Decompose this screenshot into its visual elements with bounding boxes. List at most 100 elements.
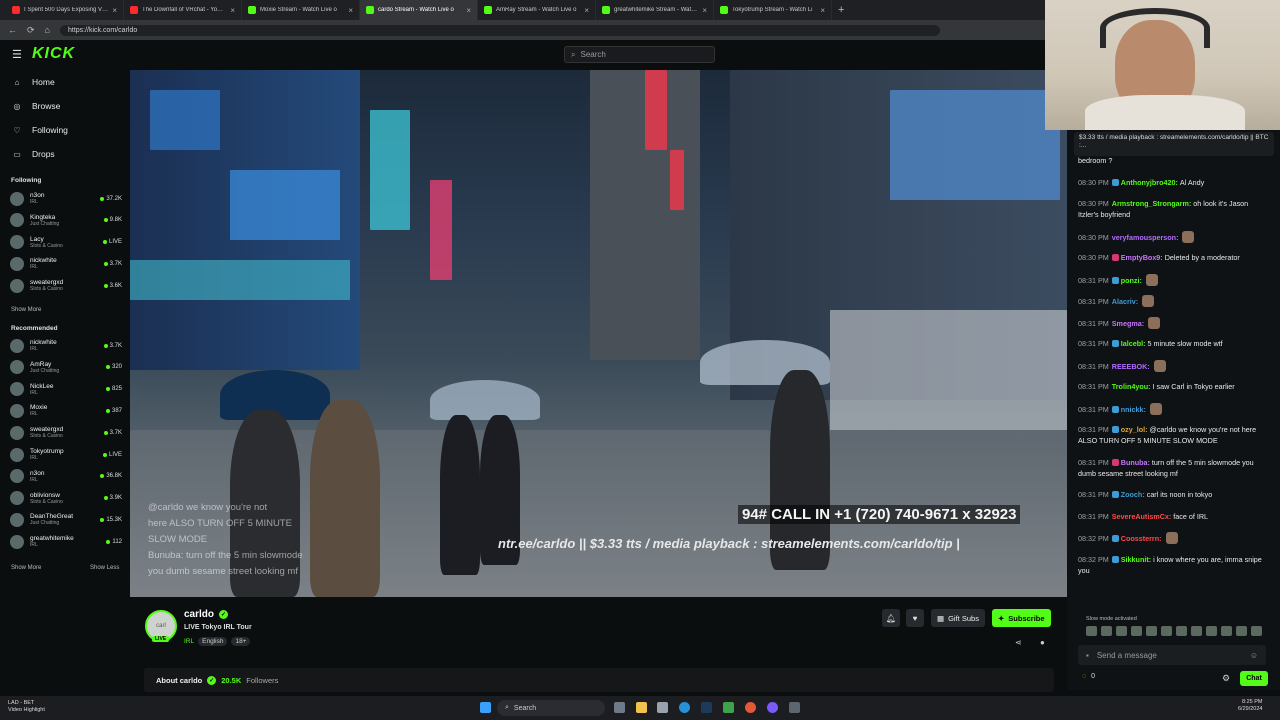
sidebar-channel[interactable]: nickwhite IRL 3.7K bbox=[10, 253, 122, 274]
browser-tab[interactable]: Moxie Stream - Watch Live o × bbox=[242, 0, 360, 20]
emote[interactable] bbox=[1116, 626, 1127, 636]
sidebar-channel[interactable]: sweatergxd Slots & Casino 3.6K bbox=[10, 275, 122, 296]
streamer-name[interactable]: carldo ✓ bbox=[184, 609, 229, 620]
gift-subs-button[interactable]: ▦ Gift Subs bbox=[931, 609, 985, 627]
calculator-icon[interactable] bbox=[789, 702, 800, 713]
chat-message[interactable]: 08:30 PM EmptyBox9: Deleted by a moderator bbox=[1078, 252, 1270, 263]
chat-settings-gear-icon[interactable]: ⚙ bbox=[1222, 673, 1230, 684]
message-username[interactable]: Smegma: bbox=[1112, 319, 1144, 328]
browser-tab[interactable]: cardo Stream - Watch Live o × bbox=[360, 0, 478, 20]
message-username[interactable]: EmptyBox9: bbox=[1121, 253, 1163, 262]
category-link[interactable]: IRL bbox=[184, 637, 194, 646]
kick-logo[interactable]: KICK bbox=[32, 45, 75, 63]
sidebar-channel[interactable]: greatwhitemike IRL 112 bbox=[10, 531, 122, 552]
message-username[interactable]: nnickk: bbox=[1121, 405, 1146, 414]
tab-close-icon[interactable]: × bbox=[820, 6, 825, 15]
chat-message[interactable]: 08:31 PM REEEBOK: bbox=[1078, 359, 1270, 372]
sidebar-channel[interactable]: nickwhite IRL 3.7K bbox=[10, 335, 122, 356]
emote-bar[interactable] bbox=[1086, 626, 1266, 638]
chat-message[interactable]: 08:30 PM Armstrong_Strongarm: oh look it's… bbox=[1078, 198, 1270, 220]
chat-message[interactable]: 08:31 PM Alacriv: bbox=[1078, 295, 1270, 307]
notification-bell-icon[interactable]: 🔔︎ bbox=[882, 609, 900, 627]
chat-message[interactable]: 08:32 PM Sikkunit: i know where you are, i… bbox=[1078, 554, 1270, 576]
message-username[interactable]: Ialcebl: bbox=[1121, 339, 1146, 348]
chat-send-button[interactable]: Chat bbox=[1240, 671, 1268, 686]
emote[interactable] bbox=[1251, 626, 1262, 636]
message-username[interactable]: Trolin4you: bbox=[1112, 382, 1151, 391]
taskbar-search[interactable]: ⌕ Search bbox=[497, 700, 605, 716]
browser-tab[interactable]: greatwhitemike Stream - Watch Li × bbox=[596, 0, 714, 20]
chat-message[interactable]: 08:31 PM Bunuba: turn off the 5 min slowmo… bbox=[1078, 457, 1270, 479]
share-icon[interactable]: ⋖ bbox=[1015, 638, 1022, 647]
message-username[interactable]: ponzi: bbox=[1121, 276, 1142, 285]
show-less-link[interactable]: Show Less bbox=[90, 565, 119, 571]
app-icon[interactable] bbox=[723, 702, 734, 713]
chat-message[interactable]: 08:31 PM nnickk: bbox=[1078, 402, 1270, 415]
message-username[interactable]: Sikkunit: bbox=[1121, 555, 1151, 564]
chat-message[interactable]: 08:31 PM ponzi: bbox=[1078, 273, 1270, 286]
sidebar-channel[interactable]: n3on IRL 36.8K bbox=[10, 466, 122, 487]
emote[interactable] bbox=[1236, 626, 1247, 636]
chat-message[interactable]: 08:31 PM Zooch: carl its noon in tokyo bbox=[1078, 489, 1270, 500]
show-more-following-link[interactable]: Show More bbox=[11, 307, 41, 313]
sidebar-channel[interactable]: Lacy Slots & Casino LIVE bbox=[10, 232, 122, 253]
message-username[interactable]: Armstrong_Strongarm: bbox=[1112, 199, 1191, 208]
chat-message[interactable]: 08:31 PM SevereAutismCx: face of IRL bbox=[1078, 511, 1270, 522]
tab-close-icon[interactable]: × bbox=[584, 6, 589, 15]
message-username[interactable]: Zooch: bbox=[1121, 490, 1145, 499]
sidebar-channel[interactable]: NickLee IRL 825 bbox=[10, 379, 122, 400]
taskbar-clock[interactable]: 8:25 PM 6/29/2024 bbox=[1238, 699, 1262, 713]
chat-message[interactable]: 08:31 PM ozy_lol: @carldo we know you're n… bbox=[1078, 424, 1270, 446]
chat-message[interactable]: 08:31 PM Smegma: bbox=[1078, 316, 1270, 329]
message-username[interactable]: Coossterrn: bbox=[1121, 534, 1162, 543]
message-username[interactable]: ozy_lol: bbox=[1121, 425, 1148, 434]
sidebar-channel[interactable]: Moxie IRL 387 bbox=[10, 400, 122, 421]
sidebar-channel[interactable]: sweatergxd Slots & Casino 3.7K bbox=[10, 422, 122, 443]
search-input[interactable]: ⌕ Search bbox=[564, 46, 715, 63]
site-info-icon[interactable]: ⌂ bbox=[45, 25, 50, 35]
sidebar-channel[interactable]: Kingteka Just Chatting 9.8K bbox=[10, 210, 122, 231]
message-username[interactable]: Alacriv: bbox=[1112, 297, 1138, 306]
hamburger-menu-icon[interactable]: ☰ bbox=[12, 48, 22, 61]
sidebar-nav-following[interactable]: ♡ Following bbox=[12, 125, 68, 135]
sidebar-channel[interactable]: DeanTheGreat Just Chatting 15.3K bbox=[10, 509, 122, 530]
chat-message[interactable]: 08:30 PM Anthonyjbro420: Al Andy bbox=[1078, 177, 1270, 188]
back-icon[interactable]: ← bbox=[8, 25, 17, 35]
emote[interactable] bbox=[1131, 626, 1142, 636]
language-tag[interactable]: English bbox=[198, 637, 228, 646]
steam-icon[interactable] bbox=[701, 702, 712, 713]
emote[interactable] bbox=[1176, 626, 1187, 636]
start-icon[interactable] bbox=[480, 702, 491, 713]
reload-icon[interactable]: ⟳ bbox=[27, 25, 35, 36]
browser-tab[interactable]: Tokyotrump Stream - Watch Li × bbox=[714, 0, 832, 20]
chat-message[interactable]: bedroom ? bbox=[1078, 155, 1270, 166]
message-username[interactable]: Bunuba: bbox=[1121, 458, 1150, 467]
chat-message[interactable]: 08:32 PM Coossterrn: bbox=[1078, 532, 1270, 544]
sidebar-nav-browse[interactable]: ◎ Browse bbox=[12, 101, 61, 111]
message-username[interactable]: SevereAutismCx: bbox=[1112, 512, 1172, 521]
subscribe-button[interactable]: ✦ Subscribe bbox=[992, 609, 1051, 627]
emote[interactable] bbox=[1221, 626, 1232, 636]
chat-points[interactable]: ◌ 0 bbox=[1082, 673, 1095, 680]
tab-close-icon[interactable]: × bbox=[702, 6, 707, 15]
file-explorer-icon[interactable] bbox=[636, 702, 647, 713]
emote[interactable] bbox=[1161, 626, 1172, 636]
sidebar-channel[interactable]: n3on IRL 37.2K bbox=[10, 188, 122, 209]
emote[interactable] bbox=[1086, 626, 1097, 636]
emote[interactable] bbox=[1101, 626, 1112, 636]
tab-close-icon[interactable]: × bbox=[112, 6, 117, 15]
chat-message[interactable]: 08:31 PM Trolin4you: I saw Carl in Tokyo e… bbox=[1078, 381, 1270, 392]
new-tab-button[interactable]: + bbox=[838, 4, 844, 16]
emote[interactable] bbox=[1206, 626, 1217, 636]
chrome-icon[interactable] bbox=[745, 702, 756, 713]
more-options-icon[interactable]: ● bbox=[1040, 638, 1045, 647]
chat-message[interactable]: 08:31 PM Ialcebl: 5 minute slow mode wtf bbox=[1078, 338, 1270, 349]
edge-icon[interactable] bbox=[679, 702, 690, 713]
chat-message[interactable]: 08:30 PM veryfamousperson: bbox=[1078, 230, 1270, 243]
obs-icon[interactable] bbox=[767, 702, 778, 713]
streamer-name-text[interactable]: carldo bbox=[184, 609, 214, 620]
url-field[interactable]: https://kick.com/carldo bbox=[59, 24, 940, 36]
browser-tab[interactable]: I Spent 500 Days Exposing VRChat × bbox=[6, 0, 124, 20]
taskbar-widget[interactable]: LAD - BET Video Highlight bbox=[8, 700, 45, 714]
browser-tab[interactable]: The Downfall of VRchat - YouTube × bbox=[124, 0, 242, 20]
